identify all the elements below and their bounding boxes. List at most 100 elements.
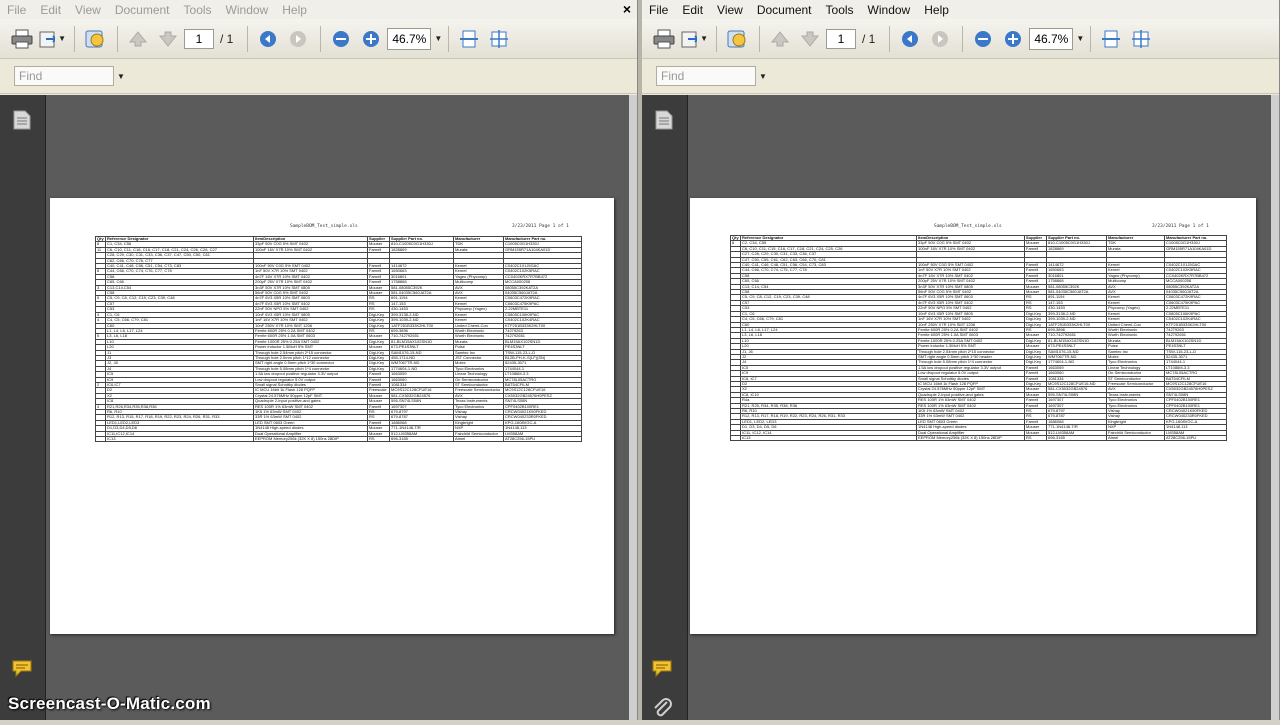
forward-icon[interactable]: [284, 25, 312, 53]
chevron-down-icon[interactable]: ▼: [58, 34, 66, 43]
fit-width-icon[interactable]: [1097, 25, 1125, 53]
zoom-level-input[interactable]: 46.7%: [387, 27, 432, 50]
table-cell: RS: [1024, 434, 1047, 442]
prev-page-icon[interactable]: [124, 25, 152, 53]
toolbar: ▼ 1 / 1 46.7% ▼: [642, 19, 1279, 59]
prev-page-icon[interactable]: [766, 25, 794, 53]
table-cell: EEPROM Memory256k (32K X 8) 150ns 28DIP: [253, 435, 368, 443]
vertical-scrollbar[interactable]: [1271, 95, 1279, 720]
find-bar: Find ▼: [0, 59, 637, 94]
table-cell: RS: [367, 435, 390, 443]
chevron-down-icon[interactable]: ▼: [759, 72, 767, 81]
find-input[interactable]: Find: [14, 66, 114, 86]
toolbar-separator: [716, 25, 717, 52]
print-icon[interactable]: [650, 25, 678, 53]
menu-file[interactable]: File: [642, 3, 675, 17]
table-cell: Freescale Semiconductor: [453, 387, 504, 394]
menu-tools[interactable]: Tools: [819, 3, 861, 17]
document-viewer[interactable]: SampleBOM_Test_simple.xls 3/23/2011 Page…: [0, 95, 637, 720]
page-header-title: SampleBOM_Test_simple.xls: [290, 224, 358, 229]
fit-page-icon[interactable]: [1127, 25, 1155, 53]
chevron-down-icon[interactable]: ▼: [117, 72, 125, 81]
zoom-in-icon[interactable]: [357, 25, 385, 53]
menu-edit[interactable]: Edit: [675, 3, 710, 17]
table-cell: [95, 435, 106, 443]
export-icon[interactable]: ▼: [680, 25, 708, 53]
page-header-title: SampleBOM_Test_simple.xls: [934, 224, 1002, 229]
fit-page-icon[interactable]: [485, 25, 513, 53]
page-total: / 1: [220, 31, 234, 46]
table-cell: [730, 434, 741, 442]
chevron-down-icon[interactable]: ▼: [700, 34, 708, 43]
toolbar-separator: [74, 25, 75, 52]
toolbar-separator: [962, 25, 964, 52]
vertical-scrollbar[interactable]: [629, 95, 637, 720]
menu-file[interactable]: File: [0, 3, 33, 17]
menu-document[interactable]: Document: [750, 3, 819, 17]
table-cell: Atmel: [453, 435, 504, 443]
menu-window[interactable]: Window: [861, 3, 918, 17]
zoom-level-input[interactable]: 46.7%: [1029, 27, 1074, 50]
page-header-date: 3/23/2011 Page 1 of 1: [1152, 224, 1209, 229]
table-cell: Freescale: [367, 387, 390, 394]
next-page-icon[interactable]: [796, 25, 824, 53]
print-icon[interactable]: [8, 25, 36, 53]
document-viewer[interactable]: SampleBOM_Test_simple.xls 3/23/2011 Page…: [642, 95, 1279, 720]
pdf-page: SampleBOM_Test_simple.xls 3/23/2011 Page…: [690, 198, 1256, 634]
pages-panel-icon[interactable]: [12, 109, 32, 136]
table-cell: AT28C256-15PU: [1164, 434, 1227, 442]
next-page-icon[interactable]: [154, 25, 182, 53]
page-number-input[interactable]: 1: [826, 28, 856, 49]
menu-bar: File Edit View Document Tools Window Hel…: [642, 0, 1279, 19]
right-reader-window: File Edit View Document Tools Window Hel…: [642, 0, 1280, 720]
menu-help[interactable]: Help: [917, 3, 956, 17]
comments-icon[interactable]: [11, 659, 35, 679]
left-reader-window: File Edit View Document Tools Window Hel…: [0, 0, 638, 720]
toolbar: ▼ 1 / 1 46.7% ▼: [0, 19, 637, 59]
bom-table: Qty Reference Designator ItemDescription Su…: [730, 234, 1227, 442]
comments-icon[interactable]: [651, 659, 675, 679]
watermark: Screencast-O-Matic.com: [8, 694, 211, 713]
menu-tools[interactable]: Tools: [177, 3, 219, 17]
table-cell: IC13: [740, 434, 917, 442]
attach-icon[interactable]: [81, 25, 109, 53]
table-cell: 696-3165: [389, 435, 454, 443]
fit-width-icon[interactable]: [455, 25, 483, 53]
table-row: IC13 EEPROM Memory256k (32K X 8) 150ns 28…: [95, 435, 582, 443]
back-icon[interactable]: [254, 25, 282, 53]
toolbar-separator: [247, 25, 249, 52]
menu-view[interactable]: View: [68, 3, 108, 17]
export-icon[interactable]: ▼: [38, 25, 66, 53]
close-icon[interactable]: ×: [623, 1, 631, 17]
zoom-out-icon[interactable]: [969, 25, 997, 53]
menu-window[interactable]: Window: [219, 3, 276, 17]
toolbar-separator: [117, 25, 118, 52]
table-cell: EEPROM Memory256k (32K X 8) 150ns 28DIP: [916, 434, 1025, 442]
table-cell: Fairchild Semiconductor: [453, 430, 504, 438]
forward-icon[interactable]: [926, 25, 954, 53]
menu-document[interactable]: Document: [108, 3, 177, 17]
toolbar-separator: [1090, 25, 1092, 52]
chevron-down-icon[interactable]: ▼: [1076, 34, 1084, 43]
find-input[interactable]: Find: [656, 66, 756, 86]
zoom-in-icon[interactable]: [999, 25, 1027, 53]
attach-icon[interactable]: [723, 25, 751, 53]
zoom-out-icon[interactable]: [327, 25, 355, 53]
table-cell: 696-3165: [1046, 434, 1107, 442]
navigation-pane: [642, 95, 688, 720]
menu-bar: File Edit View Document Tools Window Hel…: [0, 0, 637, 19]
pages-panel-icon[interactable]: [654, 109, 674, 136]
toolbar-separator: [889, 25, 891, 52]
menu-help[interactable]: Help: [275, 3, 314, 17]
attachment-icon[interactable]: [652, 698, 676, 718]
toolbar-separator: [759, 25, 760, 52]
table-cell: Atmel: [1106, 434, 1165, 442]
menu-edit[interactable]: Edit: [33, 3, 68, 17]
find-bar: Find ▼: [642, 59, 1279, 94]
page-header-date: 3/23/2011 Page 1 of 1: [512, 224, 569, 229]
menu-view[interactable]: View: [710, 3, 750, 17]
back-icon[interactable]: [896, 25, 924, 53]
page-number-input[interactable]: 1: [184, 28, 214, 49]
chevron-down-icon[interactable]: ▼: [434, 34, 442, 43]
toolbar-separator: [448, 25, 450, 52]
